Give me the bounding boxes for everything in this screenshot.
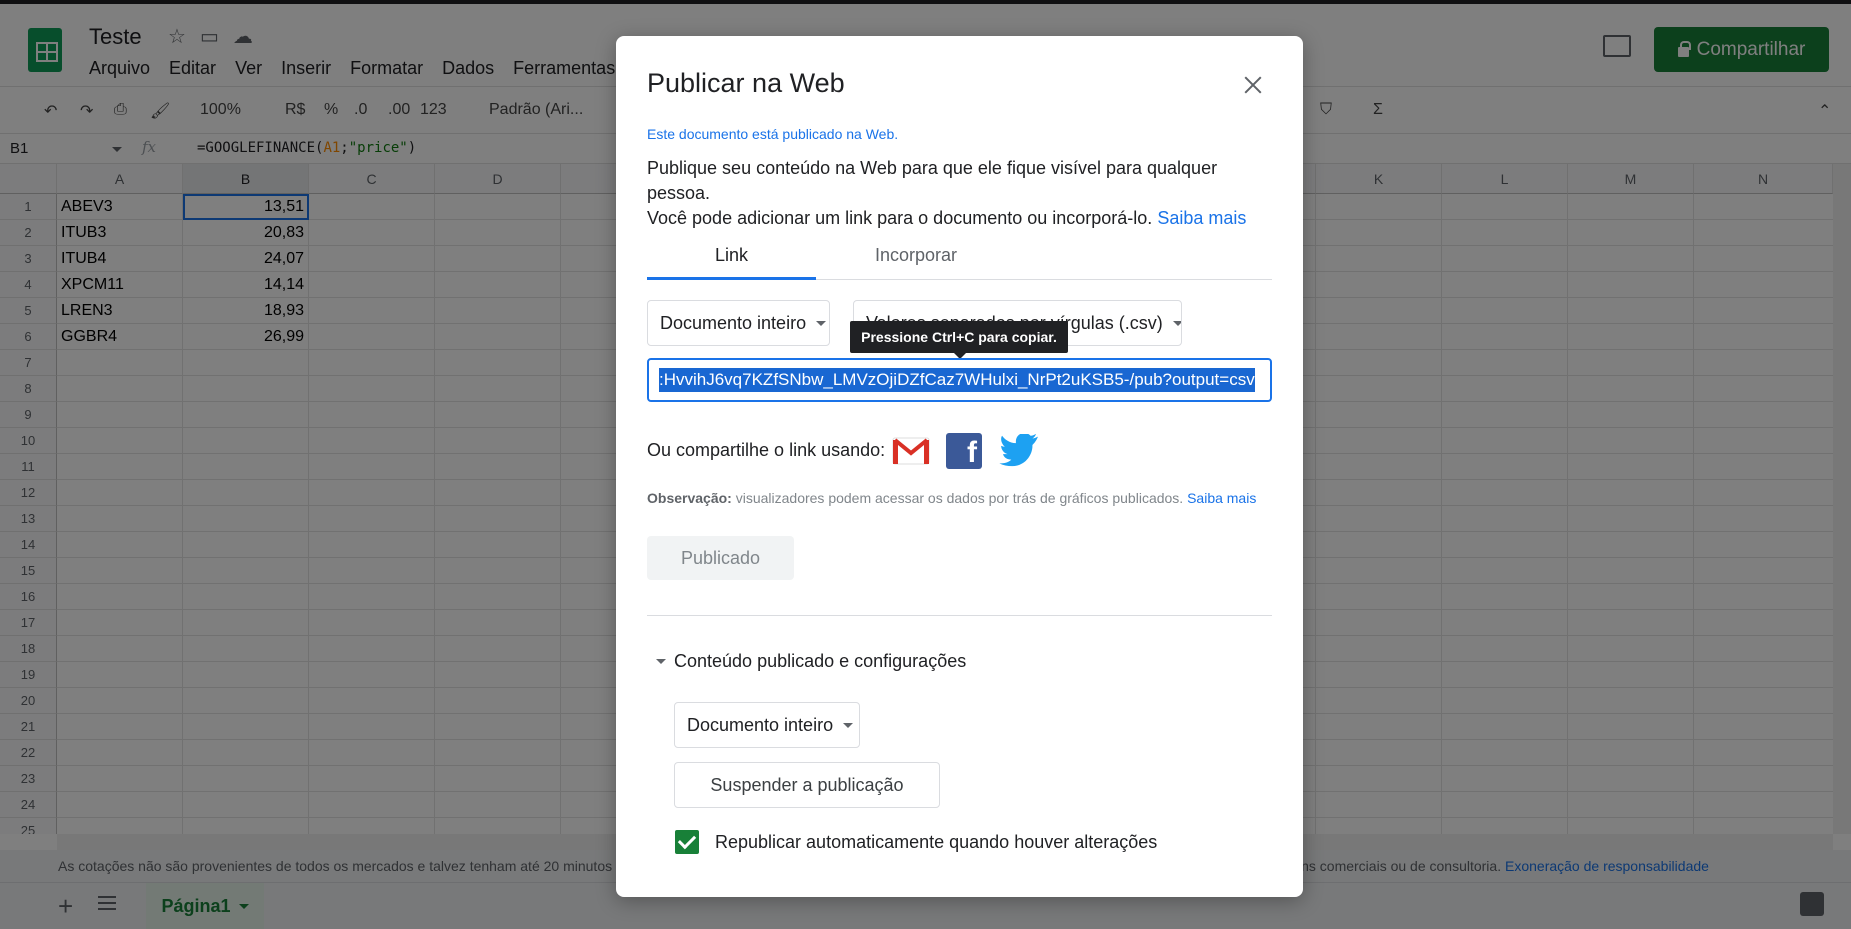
chevron-down-icon — [1172, 320, 1181, 326]
section-divider — [647, 615, 1272, 616]
scope-select[interactable]: Documento inteiro — [647, 300, 830, 346]
tab-link[interactable]: Link — [647, 240, 816, 280]
auto-republish-label: Republicar automaticamente quando houver… — [715, 832, 1158, 852]
close-icon[interactable] — [1240, 72, 1266, 98]
published-content-select[interactable]: Documento inteiro — [674, 702, 860, 748]
chevron-down-icon — [656, 659, 666, 664]
publish-link-value: :HvvihJ6vq7KZfSNbw_LMVzOjiDZfCaz7WHulxi_… — [659, 368, 1255, 392]
published-settings-toggle[interactable]: Conteúdo publicado e configurações — [656, 651, 966, 672]
learn-more-link[interactable]: Saiba mais — [1157, 208, 1246, 228]
publish-link-field[interactable]: :HvvihJ6vq7KZfSNbw_LMVzOjiDZfCaz7WHulxi_… — [647, 358, 1272, 402]
observation-label: Observação: — [647, 490, 732, 506]
publish-dialog: Publicar na Web Este documento está publ… — [616, 36, 1303, 897]
intro-line-2: Você pode adicionar um link para o docum… — [647, 208, 1153, 228]
gmail-icon[interactable] — [892, 436, 930, 466]
observation-learn-more-link[interactable]: Saiba mais — [1187, 490, 1256, 506]
facebook-icon[interactable]: f — [946, 433, 982, 469]
chevron-down-icon — [816, 320, 827, 326]
dialog-title: Publicar na Web — [647, 68, 845, 98]
observation-text: visualizadores podem acessar os dados po… — [735, 490, 1184, 506]
settings-label: Conteúdo publicado e configurações — [674, 651, 967, 671]
scope-select-value: Documento inteiro — [660, 312, 807, 333]
copy-tooltip: Pressione Ctrl+C para copiar. — [850, 321, 1068, 359]
suspend-publishing-button[interactable]: Suspender a publicação — [674, 762, 940, 808]
published-status: Este documento está publicado na Web. — [647, 126, 899, 142]
dialog-intro: Publique seu conteúdo na Web para que el… — [647, 156, 1277, 231]
published-button[interactable]: Publicado — [647, 536, 794, 580]
twitter-icon[interactable] — [999, 434, 1039, 468]
chevron-down-icon — [843, 722, 854, 728]
published-content-select-value: Documento inteiro — [687, 714, 834, 735]
observation-note: Observação: visualizadores podem acessar… — [647, 490, 1256, 506]
auto-republish-checkbox[interactable] — [675, 830, 699, 854]
tab-incorporar[interactable]: Incorporar — [816, 240, 1016, 280]
intro-line-1: Publique seu conteúdo na Web para que el… — [647, 158, 1218, 203]
publish-tabs: Link Incorporar — [647, 240, 1272, 280]
share-via-label: Ou compartilhe o link usando: — [647, 440, 886, 460]
